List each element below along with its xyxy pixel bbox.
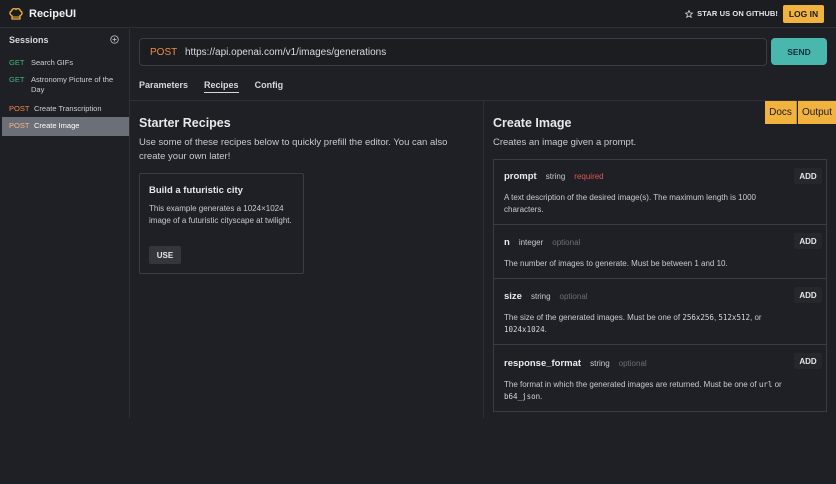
param-type: string: [530, 292, 551, 301]
send-button[interactable]: SEND: [771, 38, 827, 65]
chef-hat-icon: [9, 7, 23, 20]
session-method: POST: [9, 121, 30, 130]
request-method[interactable]: POST: [150, 47, 185, 58]
session-item-astronomy-picture[interactable]: GET Astronomy Picture of the Day: [2, 71, 129, 99]
starter-recipes-title: Starter Recipes: [139, 116, 231, 130]
param-description: A text description of the desired image(…: [504, 193, 756, 214]
session-method: POST: [9, 104, 30, 113]
add-session-icon[interactable]: [110, 35, 119, 44]
param-response-format: response_format string optional ADD The …: [494, 345, 826, 412]
param-name: prompt: [504, 171, 537, 182]
use-recipe-button[interactable]: USE: [149, 246, 181, 264]
session-label: Create Transcription: [34, 104, 102, 113]
github-star-label: STAR US ON GITHUB!: [697, 9, 778, 18]
param-type: string: [590, 359, 610, 368]
starter-recipes-description: Use some of these recipes below to quick…: [139, 137, 448, 162]
param-description: The number of images to generate. Must b…: [504, 259, 728, 268]
star-icon: [685, 9, 694, 18]
editor-tabs: Parameters Recipes Config: [139, 80, 299, 93]
param-description: The format in which the generated images…: [504, 380, 782, 401]
add-param-button[interactable]: ADD: [794, 233, 822, 249]
param-name: response_format: [504, 358, 582, 369]
recipe-title: Build a futuristic city: [149, 185, 243, 196]
sessions-title: Sessions: [9, 35, 49, 45]
param-name: size: [504, 291, 522, 302]
endpoint-title: Create Image: [493, 116, 572, 130]
session-label: Astronomy Picture of the Day: [31, 75, 114, 94]
param-optional-badge: optional: [618, 359, 647, 368]
param-description: The size of the generated images. Must b…: [504, 313, 762, 334]
add-param-button[interactable]: ADD: [794, 353, 822, 369]
tab-config[interactable]: Config: [255, 80, 284, 93]
param-size: size string optional ADD The size of the…: [494, 279, 826, 345]
tab-recipes[interactable]: Recipes: [204, 80, 239, 93]
param-type: integer: [518, 238, 544, 247]
output-toggle-button[interactable]: Output: [798, 101, 836, 124]
session-item-create-transcription[interactable]: POST Create Transcription: [2, 100, 129, 118]
endpoint-description: Creates an image given a prompt.: [493, 137, 637, 148]
param-prompt: prompt string required ADD A text descri…: [494, 160, 826, 225]
sessions-sidebar: Sessions GET Search GIFs GET Astronomy P…: [0, 29, 130, 418]
request-url-input[interactable]: https://api.openai.com/v1/images/generat…: [185, 47, 386, 58]
session-item-create-image[interactable]: POST Create Image: [2, 117, 129, 136]
param-required-badge: required: [574, 172, 604, 181]
session-method: GET: [9, 58, 25, 67]
parameter-list: prompt string required ADD A text descri…: [493, 159, 827, 412]
recipe-card-futuristic-city[interactable]: Build a futuristic city This example gen…: [139, 173, 304, 274]
empty-footer-area: [0, 418, 836, 484]
param-n: n integer optional ADD The number of ima…: [494, 225, 826, 279]
param-name: n: [504, 237, 510, 248]
session-label: Create Image: [34, 121, 80, 130]
tab-parameters[interactable]: Parameters: [139, 80, 188, 93]
recipes-panel: Starter Recipes Use some of these recipe…: [130, 101, 484, 418]
logo[interactable]: RecipeUI: [8, 6, 76, 22]
recipe-description: This example generates a 1024×1024 image…: [149, 204, 292, 225]
add-param-button[interactable]: ADD: [794, 287, 822, 303]
session-method: GET: [9, 75, 25, 84]
request-url-bar[interactable]: POST https://api.openai.com/v1/images/ge…: [139, 38, 767, 66]
param-optional-badge: optional: [552, 238, 581, 247]
docs-toggle-button[interactable]: Docs: [765, 101, 797, 124]
param-optional-badge: optional: [559, 292, 588, 301]
session-item-search-gifs[interactable]: GET Search GIFs: [2, 54, 129, 72]
session-label: Search GIFs: [31, 58, 74, 67]
github-star-link[interactable]: STAR US ON GITHUB!: [685, 9, 778, 18]
param-type: string: [545, 172, 566, 181]
add-param-button[interactable]: ADD: [794, 168, 822, 184]
app-name: RecipeUI: [29, 7, 77, 20]
login-button[interactable]: LOG IN: [783, 5, 824, 23]
top-bar: RecipeUI STAR US ON GITHUB! LOG IN: [0, 0, 836, 28]
docs-panel: Docs Output Create Image Creates an imag…: [484, 101, 836, 418]
